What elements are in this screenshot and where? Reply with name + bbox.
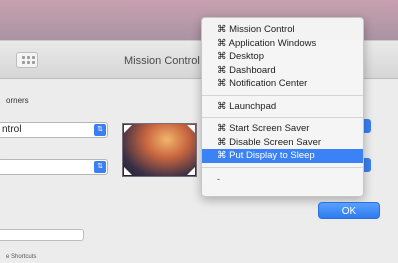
hot-corner-dropdown-menu: ⌘ Mission Control ⌘ Application Windows … bbox=[201, 17, 364, 197]
chevron-updown-icon: ⇅ bbox=[94, 161, 106, 173]
menu-separator bbox=[202, 166, 363, 168]
menu-item-dashboard[interactable]: ⌘ Dashboard bbox=[202, 64, 363, 78]
menu-item-none[interactable]: - bbox=[202, 172, 363, 186]
menu-item-desktop[interactable]: ⌘ Desktop bbox=[202, 50, 363, 64]
menu-item-mission-control[interactable]: ⌘ Mission Control bbox=[202, 23, 363, 37]
menu-item-launchpad[interactable]: ⌘ Launchpad bbox=[202, 100, 363, 114]
menu-item-disable-screen-saver[interactable]: ⌘ Disable Screen Saver bbox=[202, 136, 363, 150]
chevron-updown-icon: ⇅ bbox=[94, 124, 106, 136]
menu-item-notification-center[interactable]: ⌘ Notification Center bbox=[202, 77, 363, 91]
menu-item-put-display-to-sleep[interactable]: ⌘ Put Display to Sleep bbox=[202, 149, 363, 163]
show-all-button[interactable] bbox=[16, 52, 38, 68]
popup-value: ntrol bbox=[2, 124, 22, 135]
window-title: Mission Control bbox=[124, 55, 200, 67]
menu-separator bbox=[202, 117, 363, 118]
ok-button[interactable]: OK bbox=[318, 202, 380, 219]
hot-corners-label: orners bbox=[6, 96, 29, 105]
top-left-corner-popup[interactable]: ntrol ⇅ bbox=[0, 122, 108, 138]
menu-item-start-screen-saver[interactable]: ⌘ Start Screen Saver bbox=[202, 122, 363, 136]
modifier-shortcut-popup[interactable] bbox=[0, 229, 84, 241]
menu-separator bbox=[202, 94, 363, 96]
shortcuts-footer-label: e Shortcuts bbox=[6, 254, 37, 260]
desktop-preview-image bbox=[122, 123, 197, 177]
bottom-left-corner-popup[interactable]: ⇅ bbox=[0, 159, 108, 175]
menu-item-application-windows[interactable]: ⌘ Application Windows bbox=[202, 37, 363, 51]
